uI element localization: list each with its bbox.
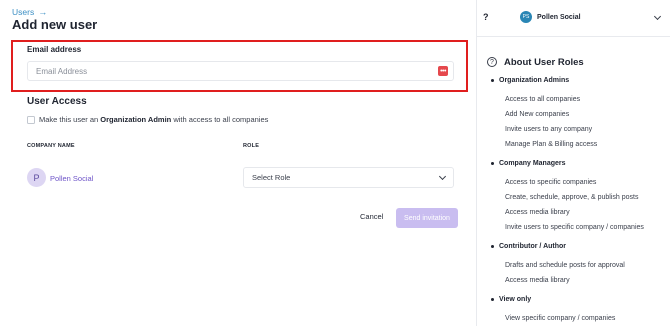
company-name: Pollen Social (50, 174, 94, 183)
role-permission-item: Access to specific companies (505, 179, 597, 186)
role-select-value: Select Role (252, 173, 291, 182)
cancel-button[interactable]: Cancel (360, 212, 383, 221)
about-title: About User Roles (504, 57, 584, 68)
workspace-name: Pollen Social (537, 13, 581, 21)
bullet-icon (491, 298, 494, 301)
workspace-avatar: PS (520, 11, 532, 23)
topbar-divider (476, 36, 670, 37)
role-permission-item: Manage Plan & Billing access (505, 141, 598, 148)
breadcrumb-users-link[interactable]: Users (12, 7, 34, 17)
role-permission-item: Access media library (505, 209, 570, 216)
breadcrumb: Users → (12, 7, 47, 17)
send-invitation-button[interactable]: Send invitation (396, 208, 458, 228)
role-group-heading: Contributor / Author (491, 243, 566, 250)
arrow-right-icon: → (38, 7, 48, 17)
user-access-title: User Access (27, 96, 87, 107)
column-header-role: ROLE (243, 143, 260, 149)
role-permission-item: Invite users to specific company / compa… (505, 224, 644, 231)
help-icon[interactable]: ? (483, 12, 489, 22)
role-group-heading: Company Managers (491, 160, 566, 167)
role-permission-item: Create, schedule, approve, & publish pos… (505, 194, 639, 201)
role-permission-item: Access media library (505, 277, 570, 284)
chevron-down-icon[interactable] (653, 12, 662, 21)
role-permission-item: Drafts and schedule posts for approval (505, 262, 625, 269)
password-manager-icon[interactable]: ••• (438, 66, 448, 76)
role-group-heading: View only (491, 296, 531, 303)
role-permission-item: Add New companies (505, 111, 570, 118)
question-circle-icon: ? (487, 57, 497, 67)
email-label: Email address (27, 45, 82, 54)
email-input[interactable] (27, 61, 454, 81)
company-avatar: P (27, 168, 46, 187)
chevron-down-icon (438, 172, 447, 180)
workspace-switcher[interactable]: PS Pollen Social (520, 11, 581, 23)
organization-admin-label[interactable]: Make this user an Organization Admin wit… (39, 115, 268, 124)
column-header-company: COMPANY NAME (27, 143, 75, 149)
role-permission-item: Invite users to any company (505, 126, 593, 133)
role-group-heading: Organization Admins (491, 77, 569, 84)
role-select[interactable]: Select Role (243, 167, 454, 188)
bullet-icon (491, 79, 494, 82)
page-title: Add new user (12, 17, 98, 32)
organization-admin-checkbox[interactable] (27, 116, 35, 124)
main-content: Users → Add new user Email address ••• U… (0, 0, 476, 326)
bullet-icon (491, 245, 494, 248)
bullet-icon (491, 162, 494, 165)
role-permission-item: Access to all companies (505, 96, 581, 103)
panel-divider (476, 0, 477, 326)
role-permission-item: View specific company / companies (505, 315, 616, 322)
